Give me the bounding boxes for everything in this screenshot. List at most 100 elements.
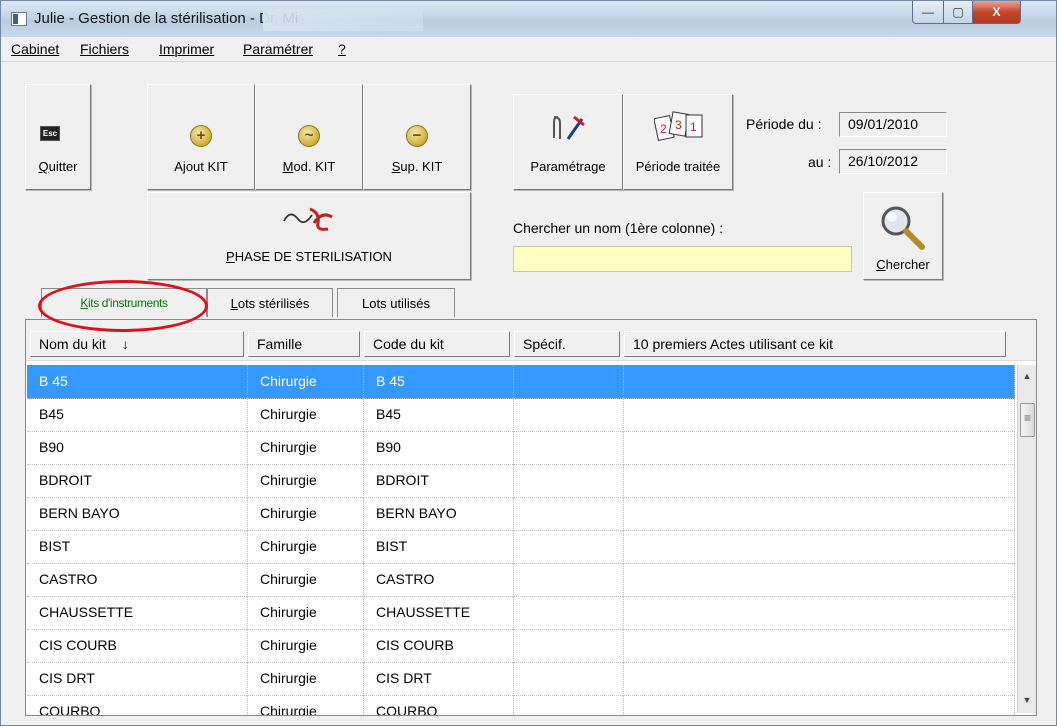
quitter-button[interactable]: Esc Quitter [25, 84, 91, 190]
table-row[interactable]: CASTRO Chirurgie CASTRO [27, 563, 1015, 597]
col-header-nom[interactable]: Nom du kit ↓ [30, 331, 244, 357]
table-row[interactable]: B 45 Chirurgie B 45 [27, 365, 1015, 399]
tab-kits-instruments[interactable]: Kits d'instruments [41, 288, 207, 317]
app-window: Julie - Gestion de la stérilisation - Dr… [0, 0, 1057, 726]
cell-actes [624, 662, 1015, 694]
menu-imprimer[interactable]: Imprimer [159, 41, 214, 57]
cell-specif [514, 365, 624, 397]
cell-specif [514, 596, 624, 628]
cell-nom: BIST [27, 530, 248, 562]
sort-arrow-icon: ↓ [121, 336, 129, 352]
table-row[interactable]: CIS DRT Chirurgie CIS DRT [27, 662, 1015, 696]
settings-button[interactable]: Paramétrage [513, 94, 623, 190]
svg-text:1: 1 [690, 120, 697, 134]
delete-kit-label: Sup. KIT [391, 159, 443, 174]
cell-famille: Chirurgie [248, 596, 364, 628]
tab-lots-sterilises[interactable]: Lots stérilisés [207, 288, 333, 317]
cell-actes [624, 464, 1015, 496]
sterilization-phase-label: PHASE DE STERILISATION [226, 249, 392, 264]
table-row[interactable]: COURBO Chirurgie COURBO [27, 695, 1015, 715]
cell-specif [514, 662, 624, 694]
col-header-specif[interactable]: Spécif. [514, 331, 620, 357]
cell-actes [624, 431, 1015, 463]
period-button[interactable]: 2 3 1 Période traitée [623, 94, 733, 190]
modify-kit-button[interactable]: ~ Mod. KIT [255, 84, 363, 190]
calendar-pages-icon: 2 3 1 [654, 111, 703, 142]
cell-nom: B90 [27, 431, 248, 463]
minimize-icon: — [922, 5, 934, 19]
menu-fichiers[interactable]: Fichiers [80, 41, 129, 57]
table-row[interactable]: B45 Chirurgie B45 [27, 398, 1015, 432]
period-from-label: Période du : [746, 116, 822, 132]
maximize-button[interactable]: ▢ [943, 1, 973, 24]
cell-actes [624, 530, 1015, 562]
quitter-label: Quitter [38, 159, 78, 174]
cell-famille: Chirurgie [248, 530, 364, 562]
cell-actes [624, 629, 1015, 661]
cell-actes [624, 398, 1015, 430]
table-row[interactable]: BDROIT Chirurgie BDROIT [27, 464, 1015, 498]
add-kit-button[interactable]: + Ajout KIT [147, 84, 255, 190]
close-button[interactable]: X [972, 1, 1021, 24]
cell-famille: Chirurgie [248, 662, 364, 694]
col-header-famille[interactable]: Famille [248, 331, 360, 357]
cell-actes [624, 365, 1015, 397]
cell-specif [514, 530, 624, 562]
search-button-label: Chercher [876, 257, 930, 272]
cell-code: B45 [364, 398, 514, 430]
esc-key-icon: Esc [40, 126, 60, 141]
cell-famille: Chirurgie [248, 398, 364, 430]
minimize-button[interactable]: — [912, 1, 944, 24]
table-row[interactable]: BIST Chirurgie BIST [27, 530, 1015, 564]
cell-code: CASTRO [364, 563, 514, 595]
title-bar[interactable]: Julie - Gestion de la stérilisation - Dr… [1, 1, 1056, 37]
tab-lots-utilises[interactable]: Lots utilisés [337, 288, 455, 317]
period-to-field[interactable]: 26/10/2012 [839, 149, 947, 174]
table-row[interactable]: B90 Chirurgie B90 [27, 431, 1015, 465]
cell-famille: Chirurgie [248, 365, 364, 397]
kits-table[interactable]: Nom du kit ↓ Famille Code du kit Spécif.… [25, 319, 1037, 716]
cell-famille: Chirurgie [248, 464, 364, 496]
menu-cabinet[interactable]: Cabinet [11, 41, 59, 57]
cell-code: BDROIT [364, 464, 514, 496]
cell-nom: CHAUSSETTE [27, 596, 248, 628]
scroll-down-icon[interactable]: ▼ [1018, 691, 1036, 709]
table-row[interactable]: CHAUSSETTE Chirurgie CHAUSSETTE [27, 596, 1015, 630]
cell-nom: B 45 [27, 365, 248, 397]
cell-code: B90 [364, 431, 514, 463]
menu-help[interactable]: ? [338, 41, 346, 57]
period-label: Période traitée [635, 159, 721, 174]
menu-parametrer[interactable]: Paramétrer [243, 41, 313, 57]
col-header-code[interactable]: Code du kit [364, 331, 510, 357]
cell-actes [624, 596, 1015, 628]
col-header-actes[interactable]: 10 premiers Actes utilisant ce kit [624, 331, 1006, 357]
table-row[interactable]: BERN BAYO Chirurgie BERN BAYO [27, 497, 1015, 531]
menu-bar: Cabinet Fichiers Imprimer Paramétrer ? [1, 37, 1056, 62]
vertical-scrollbar[interactable]: ▲ ▼ [1017, 365, 1036, 713]
app-icon [11, 12, 27, 26]
add-kit-label: Ajout KIT [174, 159, 228, 174]
cell-specif [514, 497, 624, 529]
period-to-label: au : [808, 154, 832, 170]
cell-code: CHAUSSETTE [364, 596, 514, 628]
svg-text:3: 3 [675, 118, 682, 132]
maximize-icon: ▢ [952, 5, 964, 19]
cell-nom: CIS COURB [27, 629, 248, 661]
cell-specif [514, 695, 624, 715]
delete-kit-button[interactable]: − Sup. KIT [363, 84, 471, 190]
scroll-up-icon[interactable]: ▲ [1018, 367, 1036, 385]
period-from-field[interactable]: 09/01/2010 [839, 112, 947, 137]
cell-nom: COURBO [27, 695, 248, 715]
col-header-nom-label: Nom du kit [39, 336, 106, 352]
table-row[interactable]: CIS COURB Chirurgie CIS COURB [27, 629, 1015, 663]
scroll-thumb[interactable] [1020, 403, 1035, 437]
plus-circle-icon: + [190, 125, 212, 147]
cell-actes [624, 695, 1015, 715]
search-button[interactable]: Chercher [863, 192, 943, 280]
cell-specif [514, 629, 624, 661]
search-input[interactable] [513, 246, 852, 272]
sterilization-phase-button[interactable]: PHASE DE STERILISATION [147, 192, 471, 280]
cell-nom: BERN BAYO [27, 497, 248, 529]
window-title: Julie - Gestion de la stérilisation - Dr… [34, 10, 299, 27]
tab-lots-sterilises-label: Lots stérilisés [230, 295, 310, 311]
